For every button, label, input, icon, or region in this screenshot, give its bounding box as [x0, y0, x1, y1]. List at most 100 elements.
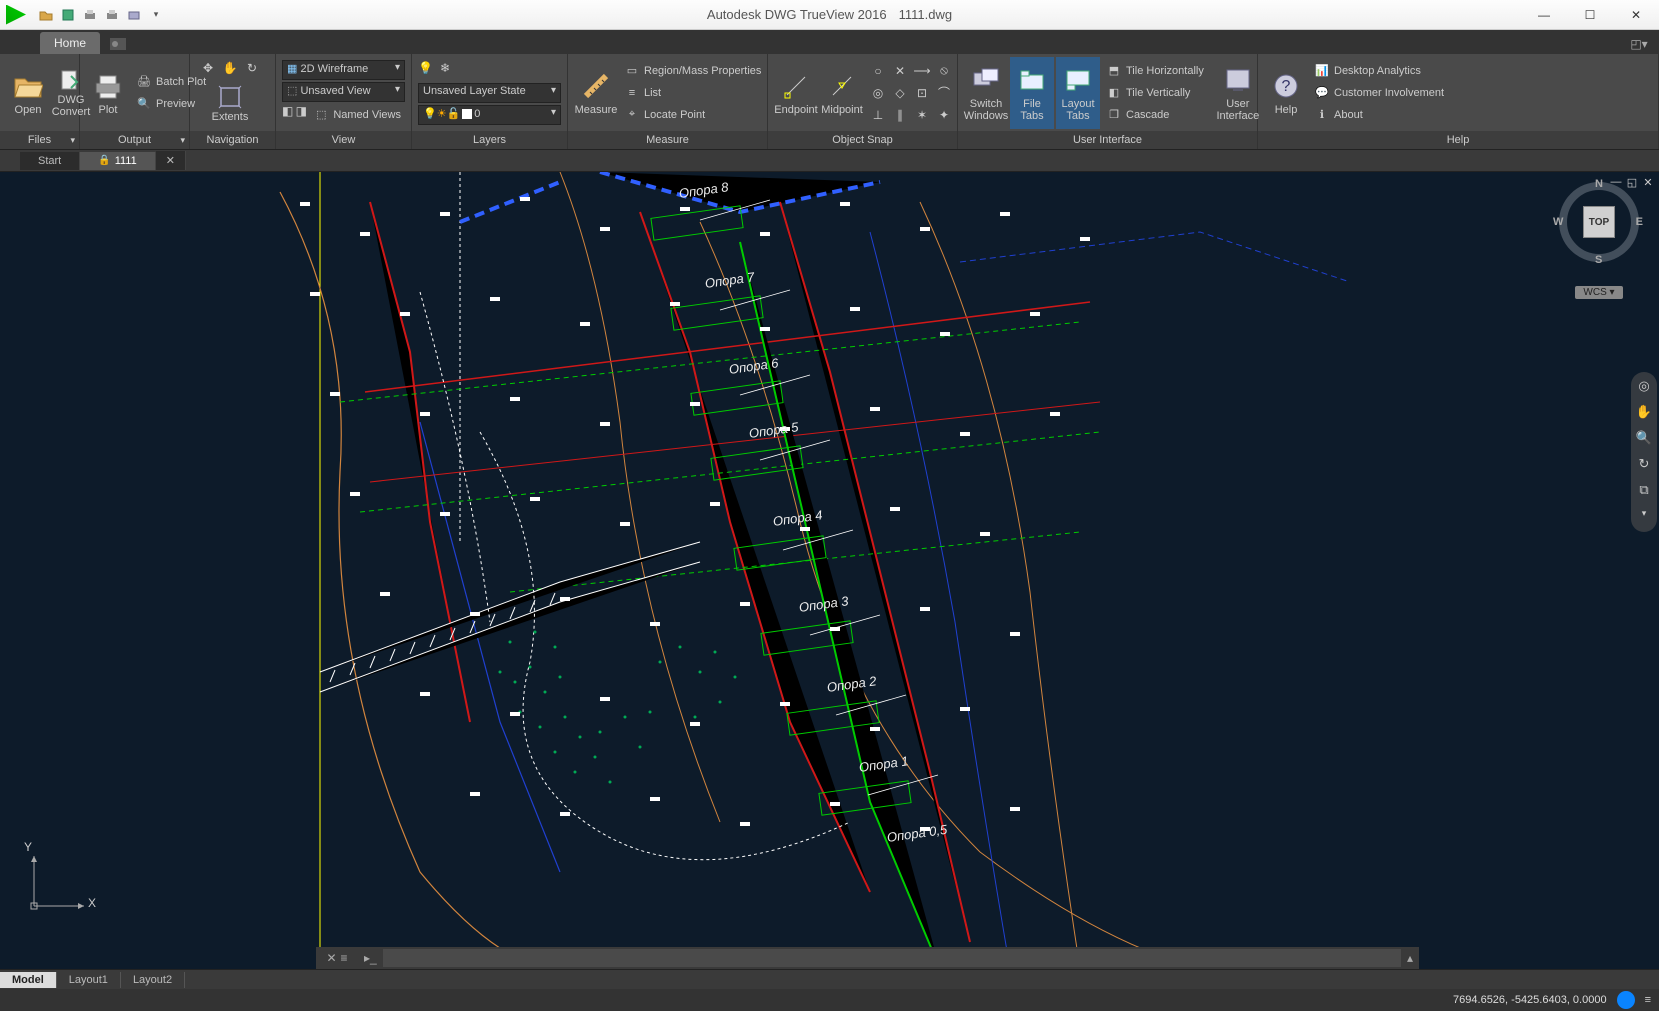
viewcube-west[interactable]: W [1553, 216, 1563, 228]
qat-plot-icon[interactable] [80, 5, 100, 25]
visual-style-dropdown[interactable]: ▦ 2D Wireframe [282, 60, 405, 80]
customer-involvement-button[interactable]: 💬Customer Involvement [1310, 82, 1448, 104]
nav-pan-icon[interactable]: ✋ [1635, 404, 1653, 422]
layer-state-dropdown[interactable]: Unsaved Layer State [418, 83, 561, 103]
ucs-y: Y [24, 840, 32, 854]
app-logo-icon[interactable] [6, 5, 26, 25]
viewcube-south[interactable]: S [1595, 254, 1602, 266]
desktop-analytics-button[interactable]: 📊Desktop Analytics [1310, 60, 1448, 82]
list-button[interactable]: ≡List [620, 82, 765, 104]
osnap-quad-icon[interactable]: ◇ [890, 83, 910, 103]
osnap-extension-icon[interactable]: ⟶ [912, 61, 932, 81]
nav-wheel-icon[interactable]: ◎ [1635, 378, 1653, 396]
view-next-icon[interactable]: ◨ [296, 104, 308, 124]
midpoint-button[interactable]: Midpoint [820, 57, 864, 129]
panel-label-files: Files [28, 134, 51, 146]
plot-button[interactable]: Plot [86, 57, 130, 129]
tile-vertical-button[interactable]: ◧Tile Vertically [1102, 82, 1208, 104]
nav-zoom-icon[interactable]: 🔍 [1635, 430, 1653, 448]
file-tab-start[interactable]: Start [20, 152, 80, 170]
osnap-node-icon[interactable]: ✶ [912, 105, 932, 125]
panel-expand-icon[interactable]: ▾ [180, 135, 185, 146]
maximize-button[interactable]: ☐ [1567, 0, 1613, 29]
nav-expand-icon[interactable]: ▾ [1635, 508, 1653, 526]
view-prev-icon[interactable]: ◧ [282, 104, 294, 124]
panel-label-navigation: Navigation [207, 134, 259, 146]
preview-icon: 🔍 [136, 96, 152, 112]
layout-tab-1[interactable]: Layout1 [57, 972, 121, 988]
about-button[interactable]: ℹAbout [1310, 104, 1448, 126]
cascade-button[interactable]: ❐Cascade [1102, 104, 1208, 126]
drawing-canvas[interactable]: — ◱ ✕ [0, 172, 1659, 969]
zoom-realtime-icon[interactable]: ✥ [198, 58, 218, 78]
minimize-button[interactable]: — [1521, 0, 1567, 29]
command-history-icon[interactable]: ▴ [1407, 951, 1413, 965]
open-button[interactable]: Open [6, 57, 50, 129]
file-tab-current[interactable]: 🔒1111 [80, 152, 155, 170]
view-cube[interactable]: N S E W TOP WCS ▾ [1559, 182, 1639, 299]
osnap-none-icon[interactable]: ⦸ [934, 61, 954, 81]
panel-expand-icon[interactable]: ▾ [70, 135, 75, 146]
nav-show-icon[interactable]: ⧉ [1635, 482, 1653, 500]
osnap-near-icon[interactable]: ✦ [934, 105, 954, 125]
ribbon-expand-icon[interactable]: ◰▾ [1627, 34, 1651, 54]
osnap-geo-icon[interactable]: ◎ [868, 83, 888, 103]
layout-tab-model[interactable]: Model [0, 972, 57, 988]
close-button[interactable]: ✕ [1613, 0, 1659, 29]
panel-label-view: View [332, 134, 356, 146]
qat-print-icon[interactable] [102, 5, 122, 25]
measure-button[interactable]: Measure [574, 57, 618, 129]
status-menu-icon[interactable]: ≡ [1645, 994, 1651, 1006]
layout-tabs-toggle[interactable]: Layout Tabs [1056, 57, 1100, 129]
endpoint-button[interactable]: Endpoint [774, 57, 818, 129]
status-toggle-icon[interactable] [1617, 991, 1635, 1009]
tab-home[interactable]: Home [40, 32, 100, 54]
view-dropdown[interactable]: ⬚ Unsaved View [282, 82, 405, 102]
command-line: ▸_ ▴ [358, 947, 1419, 969]
extents-button[interactable]: Extents [196, 79, 264, 129]
command-input[interactable] [383, 949, 1401, 967]
viewcube-north[interactable]: N [1595, 178, 1603, 190]
osnap-perp-icon[interactable]: ⊥ [868, 105, 888, 125]
region-icon: ▭ [624, 63, 640, 79]
viewcube-east[interactable]: E [1636, 216, 1643, 228]
tab-plugin-icon[interactable] [106, 34, 130, 54]
locate-point-button[interactable]: ⌖Locate Point [620, 104, 765, 126]
osnap-center-icon[interactable]: ○ [868, 61, 888, 81]
layer-freeze-icon[interactable]: ❄ [440, 61, 460, 81]
osnap-tangent-icon[interactable]: ⌒ [934, 83, 954, 103]
ribbon-tabstrip: Home ◰▾ [0, 30, 1659, 54]
user-interface-button[interactable]: User Interface [1216, 57, 1260, 129]
command-handle[interactable]: ✕≡ [316, 947, 358, 969]
navigation-bar: ◎ ✋ 🔍 ↻ ⧉ ▾ [1631, 372, 1657, 532]
panel-navigation: ✥ ✋ ↻ Extents Navigation [190, 54, 276, 149]
lock-icon: 🔒 [98, 155, 110, 166]
osnap-intersect-icon[interactable]: ✕ [890, 61, 910, 81]
tile-horizontal-button[interactable]: ⬒Tile Horizontally [1102, 60, 1208, 82]
region-properties-button[interactable]: ▭Region/Mass Properties [620, 60, 765, 82]
layer-off-icon[interactable]: 💡 [418, 61, 438, 81]
viewcube-top-face[interactable]: TOP [1583, 206, 1615, 238]
about-icon: ℹ [1314, 107, 1330, 123]
new-file-tab-button[interactable]: ✕ [156, 151, 186, 170]
named-views-button[interactable]: ⬚Named Views [309, 104, 405, 126]
quick-access-toolbar: ▾ [0, 3, 172, 27]
osnap-parallel-icon[interactable]: ∥ [890, 105, 910, 125]
osnap-insert-icon[interactable]: ⊡ [912, 83, 932, 103]
file-tabs-toggle[interactable]: File Tabs [1010, 57, 1054, 129]
qat-undo-icon[interactable] [124, 5, 144, 25]
qat-save-icon[interactable] [58, 5, 78, 25]
qat-open-icon[interactable] [36, 5, 56, 25]
layout-tab-2[interactable]: Layout2 [121, 972, 185, 988]
qat-dropdown-icon[interactable]: ▾ [146, 5, 166, 25]
command-prompt-icon[interactable]: ▸_ [364, 951, 377, 965]
nav-orbit-icon[interactable]: ↻ [1635, 456, 1653, 474]
orbit-icon[interactable]: ↻ [242, 58, 262, 78]
panel-label-help: Help [1447, 134, 1470, 146]
help-button[interactable]: ? Help [1264, 57, 1308, 129]
wcs-indicator[interactable]: WCS ▾ [1575, 286, 1622, 299]
pan-icon[interactable]: ✋ [220, 58, 240, 78]
panel-label-osnap: Object Snap [832, 134, 893, 146]
switch-windows-button[interactable]: Switch Windows [964, 57, 1008, 129]
current-layer-dropdown[interactable]: 💡☀🔓0 [418, 105, 561, 125]
